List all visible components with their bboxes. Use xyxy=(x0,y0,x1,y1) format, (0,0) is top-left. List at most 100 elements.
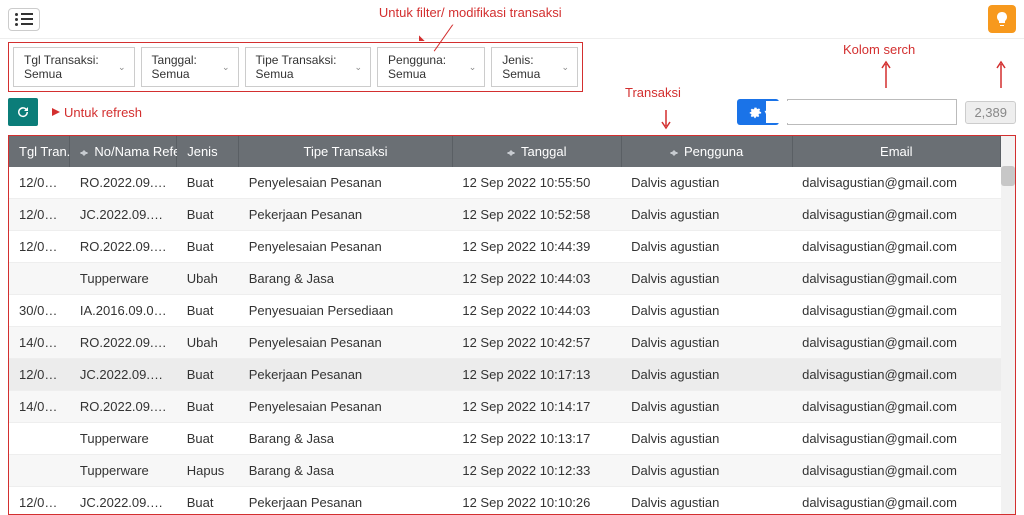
cell-pengguna: Dalvis agustian xyxy=(621,487,792,515)
column-header[interactable]: Jenis xyxy=(177,136,239,167)
arrow-right-icon xyxy=(52,108,60,116)
column-header[interactable]: Tipe Transaksi xyxy=(239,136,453,167)
filter-chip-0[interactable]: Tgl Transaksi: Semua⌄ xyxy=(13,47,135,87)
cell-tipe: Penyelesaian Pesanan xyxy=(239,391,453,423)
table-row[interactable]: 12/09/...JC.2022.09.00...BuatPekerjaan P… xyxy=(9,199,1001,231)
table-row[interactable]: TupperwareUbahBarang & Jasa12 Sep 2022 1… xyxy=(9,263,1001,295)
cell-tanggal: 12 Sep 2022 10:12:33 xyxy=(452,455,621,487)
table-row[interactable]: 14/09/...RO.2022.09.0...UbahPenyelesaian… xyxy=(9,327,1001,359)
cell-jenis: Hapus xyxy=(177,455,239,487)
cell-jenis: Ubah xyxy=(177,327,239,359)
cell-nama: Tupperware xyxy=(70,263,177,295)
annotation-arrow-filter xyxy=(415,12,447,47)
sort-icon xyxy=(507,147,515,159)
cell-pengguna: Dalvis agustian xyxy=(621,231,792,263)
search-box[interactable] xyxy=(787,99,957,125)
cell-tgl: 14/09/... xyxy=(9,391,70,423)
table-row[interactable]: 14/09/...RO.2022.09.0...BuatPenyelesaian… xyxy=(9,391,1001,423)
action-row: Untuk refresh ▾ 2,389 xyxy=(0,95,1024,132)
cell-email: dalvisagustian@gmail.com xyxy=(792,231,1000,263)
refresh-button[interactable] xyxy=(8,98,38,126)
table-row[interactable]: TupperwareHapusBarang & Jasa12 Sep 2022 … xyxy=(9,455,1001,487)
cell-jenis: Buat xyxy=(177,391,239,423)
cell-tgl: 12/09/... xyxy=(9,487,70,515)
chevron-down-icon: ⌄ xyxy=(561,62,569,73)
chevron-down-icon: ⌄ xyxy=(118,62,126,73)
cell-pengguna: Dalvis agustian xyxy=(621,423,792,455)
cell-email: dalvisagustian@gmail.com xyxy=(792,295,1000,327)
cell-tgl xyxy=(9,455,70,487)
cell-jenis: Buat xyxy=(177,231,239,263)
table-row[interactable]: 12/09/...RO.2022.09.0...BuatPenyelesaian… xyxy=(9,231,1001,263)
cell-tanggal: 12 Sep 2022 10:52:58 xyxy=(452,199,621,231)
cell-tgl: 12/09/... xyxy=(9,199,70,231)
cell-tgl xyxy=(9,423,70,455)
cell-tgl: 14/09/... xyxy=(9,327,70,359)
refresh-icon xyxy=(15,104,31,120)
cell-email: dalvisagustian@gmail.com xyxy=(792,327,1000,359)
column-header[interactable]: Email xyxy=(792,136,1000,167)
cell-jenis: Buat xyxy=(177,487,239,515)
column-header[interactable]: Pengguna xyxy=(621,136,792,167)
cell-tipe: Pekerjaan Pesanan xyxy=(239,359,453,391)
column-header[interactable]: Tanggal xyxy=(452,136,621,167)
menu-list-button[interactable] xyxy=(8,8,40,31)
column-header[interactable]: No/Nama Refer... xyxy=(70,136,177,167)
cell-tanggal: 12 Sep 2022 10:14:17 xyxy=(452,391,621,423)
cell-email: dalvisagustian@gmail.com xyxy=(792,391,1000,423)
transaksi-table-container: Tgl Tran...No/Nama Refer...Jenis Tipe Tra… xyxy=(8,135,1016,515)
filter-label: Pengguna: Semua xyxy=(388,53,466,81)
cell-pengguna: Dalvis agustian xyxy=(621,199,792,231)
annotation-transaksi: Transaksi xyxy=(625,85,681,100)
annotation-arrow-down xyxy=(660,110,672,133)
cell-tgl: 12/09/... xyxy=(9,167,70,199)
annotation-refresh: Untuk refresh xyxy=(52,105,142,120)
table-row[interactable]: 12/09/...RO.2022.09.0...BuatPenyelesaian… xyxy=(9,167,1001,199)
table-row[interactable]: 30/09/...IA.2016.09.00...BuatPenyesuaian… xyxy=(9,295,1001,327)
cell-tipe: Penyelesaian Pesanan xyxy=(239,231,453,263)
annotation-arrow-up1 xyxy=(880,60,892,91)
bulb-icon xyxy=(995,11,1009,27)
search-input[interactable] xyxy=(766,101,950,123)
cell-tanggal: 12 Sep 2022 10:13:17 xyxy=(452,423,621,455)
cell-email: dalvisagustian@gmail.com xyxy=(792,263,1000,295)
cell-email: dalvisagustian@gmail.com xyxy=(792,359,1000,391)
scrollbar[interactable] xyxy=(1001,136,1015,514)
result-count: 2,389 xyxy=(965,101,1016,124)
cell-tipe: Barang & Jasa xyxy=(239,423,453,455)
cell-tipe: Pekerjaan Pesanan xyxy=(239,199,453,231)
scrollbar-thumb[interactable] xyxy=(1001,166,1015,186)
cell-tanggal: 12 Sep 2022 10:42:57 xyxy=(452,327,621,359)
cell-tgl xyxy=(9,263,70,295)
column-header[interactable]: Tgl Tran... xyxy=(9,136,70,167)
filter-chip-3[interactable]: Pengguna: Semua⌄ xyxy=(377,47,485,87)
cell-tipe: Penyesuaian Persediaan xyxy=(239,295,453,327)
column-label: Tanggal xyxy=(521,144,567,159)
filter-label: Tipe Transaksi: Semua xyxy=(256,53,352,81)
cell-pengguna: Dalvis agustian xyxy=(621,455,792,487)
filter-chip-2[interactable]: Tipe Transaksi: Semua⌄ xyxy=(245,47,372,87)
table-row[interactable]: 12/09/...JC.2022.09.00...BuatPekerjaan P… xyxy=(9,487,1001,515)
filter-chip-4[interactable]: Jenis: Semua⌄ xyxy=(491,47,578,87)
column-label: Pengguna xyxy=(684,144,743,159)
cell-tgl: 30/09/... xyxy=(9,295,70,327)
column-label: Email xyxy=(880,144,913,159)
table-row[interactable]: TupperwareBuatBarang & Jasa12 Sep 2022 1… xyxy=(9,423,1001,455)
cell-nama: Tupperware xyxy=(70,455,177,487)
column-label: Tipe Transaksi xyxy=(303,144,387,159)
annotation-arrow-up2 xyxy=(995,60,1007,91)
table-row[interactable]: 12/09/...JC.2022.09.00...BuatPekerjaan P… xyxy=(9,359,1001,391)
chevron-down-icon: ⌄ xyxy=(222,62,230,73)
cell-email: dalvisagustian@gmail.com xyxy=(792,199,1000,231)
cell-tipe: Penyelesaian Pesanan xyxy=(239,167,453,199)
chevron-down-icon: ⌄ xyxy=(355,62,363,73)
cell-email: dalvisagustian@gmail.com xyxy=(792,455,1000,487)
cell-tanggal: 12 Sep 2022 10:44:03 xyxy=(452,263,621,295)
cell-nama: RO.2022.09.0... xyxy=(70,231,177,263)
help-bulb-button[interactable] xyxy=(988,5,1016,33)
cell-email: dalvisagustian@gmail.com xyxy=(792,167,1000,199)
filter-chip-1[interactable]: Tanggal: Semua⌄ xyxy=(141,47,239,87)
filter-label: Tgl Transaksi: Semua xyxy=(24,53,115,81)
column-label: Tgl Tran... xyxy=(19,144,78,159)
cell-jenis: Buat xyxy=(177,199,239,231)
